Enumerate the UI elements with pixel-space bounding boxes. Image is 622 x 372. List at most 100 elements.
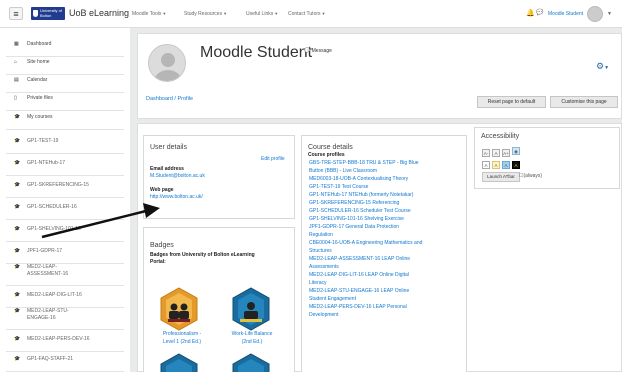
drawer-item-label: Dashboard [27,41,52,47]
drawer-item-course[interactable]: 🎓 MED2-LEAP-STU-ENGAGE-16 [6,304,124,330]
webpage-link[interactable]: http://www.bolton.ac.uk/ [150,194,203,202]
user-details-card: User details Edit profile Email address … [143,135,295,219]
message-label: Message [311,48,332,54]
user-menu-name[interactable]: Moodle Student [548,11,583,17]
always-label: (always) [523,173,543,179]
home-icon: ⌂ [14,59,18,65]
file-icon: ▯ [14,95,17,101]
site-brand[interactable]: UoB eLearning [69,8,129,18]
badge-image[interactable] [158,352,200,372]
graduation-cap-icon: 🎓 [14,182,21,188]
graduation-cap-icon: 🎓 [14,138,21,144]
drawer-item-course[interactable]: 🎓 GP1-SHELVING-101-16 [6,220,124,242]
nav-menu-moodle-tools[interactable]: Moodle Tools▼ [132,11,166,17]
accessibility-settings-icon[interactable]: ◉ [512,147,520,155]
caret-down-icon[interactable]: ▼ [607,11,612,17]
course-details-title: Course details [308,144,353,151]
notifications-bell-icon[interactable]: 🔔 [526,9,535,17]
drawer-item-course[interactable]: 🎓 GP1-TEST-19 [6,132,124,154]
gear-icon[interactable]: ⚙▼ [596,61,609,72]
course-link[interactable]: MED2-LEAP-STU-ENGAGE-16 LEAP Online [309,287,444,295]
drawer-item-course[interactable]: 🎓 GP1-NTEHub-17 [6,154,124,176]
drawer-item-label: MED2-LEAP-STU-ENGAGE-16 [27,308,69,321]
course-link[interactable]: GBS-TRE-STEP-BBB-18 TRU & STEP - Big Blu… [309,159,444,167]
graduation-cap-icon: 🎓 [14,308,21,314]
badge-label-line: (2nd Ed.) [241,338,263,345]
graduation-cap-icon: 🎓 [14,160,21,166]
profile-picture [148,44,186,82]
graduation-cap-icon: 🎓 [14,292,21,298]
accessibility-title: Accessibility [481,133,520,140]
edit-profile-link[interactable]: Edit profile [261,156,285,164]
course-link[interactable]: MED2-LEAP-DIG-LIT-16 LEAP Online Digital [309,271,444,279]
course-link[interactable]: GP1-NTEHub-17 NTEHub (formerly Notetakar… [309,191,444,199]
course-link[interactable]: MED2-LEAP-ASSESSMENT-16 LEAP Online [309,255,444,263]
user-avatar[interactable] [587,6,603,22]
nav-menu-study-resources[interactable]: Study Resources▼ [184,11,227,17]
nav-drawer: ▦ Dashboard ⌂ Site home ▤ Calendar ▯ Private… [0,28,130,372]
nav-menu-contact-tutors[interactable]: Contact Tutors▼ [288,11,325,17]
logo-crest-icon [33,10,38,17]
course-link[interactable]: Assessments [309,263,444,271]
badge-work-life-balance-image[interactable] [230,286,272,332]
drawer-item-label: My courses [27,114,53,120]
course-link[interactable]: MED2-LEAP-PERS-DEV-16 LEAP Personal [309,303,444,311]
badge-work-life-balance-label[interactable]: Work-Life Balance (2nd Ed.) [227,331,277,346]
course-link[interactable]: Development [309,311,444,319]
badge-label-line: Professionalism - [162,331,202,337]
drawer-item-course[interactable]: 🎓 GP1-SKREFERENCING-15 [6,176,124,198]
message-icon: 💬 [304,48,311,54]
badge-image[interactable] [230,352,272,372]
course-link[interactable]: GP1-SKREFERENCING-15 Referencing [309,199,444,207]
course-link[interactable]: JPF1-GDPR-17 General Data Protection [309,223,444,231]
course-link[interactable]: GP1-TEST-19 Test Course [309,183,444,191]
decrease-font-button[interactable]: A- [482,149,490,157]
badges-card: Badges Badges from University of Bolton … [143,227,295,372]
badge-professionalism-label[interactable]: Professionalism - Level 1 (2nd Ed.) [157,331,207,346]
color-scheme-blue-button[interactable]: A [502,161,510,169]
nav-menu-useful-links[interactable]: Useful Links▼ [246,11,278,17]
reset-page-button[interactable]: Reset page to default [477,96,546,108]
increase-font-button[interactable]: A+ [502,149,510,157]
drawer-item-my-courses[interactable]: 🎓 My courses [6,108,124,130]
course-link[interactable]: Button (BBB) - Live Classroom [309,167,444,175]
drawer-item-label: Private files [27,95,53,101]
reset-font-button[interactable]: A [492,149,500,157]
caret-down-icon: ▼ [162,11,167,16]
email-value[interactable]: M.Student@bolton.ac.uk [150,173,205,181]
message-link[interactable]: 💬 Message [304,48,332,54]
messages-icon[interactable]: 💬 [536,9,543,16]
badge-label-line: Work-Life Balance [231,331,273,337]
drawer-item-course[interactable]: 🎓 GP1-FAQ-STAFF-21 [6,350,124,372]
dashboard-icon: ▦ [14,41,19,47]
customise-page-button[interactable]: Customise this page [550,96,618,108]
drawer-item-course[interactable]: 🎓 MED2-LEAP-ASSESSMENT-16 [6,260,124,286]
badge-professionalism-image[interactable] [158,286,200,332]
launch-atbar-button[interactable]: Launch ATbar [482,172,520,182]
course-link[interactable]: Structures [309,247,444,255]
drawer-item-course[interactable]: 🎓 GP1-SCHEDULER-16 [6,198,124,220]
course-link[interactable]: Student Engagement [309,295,444,303]
always-checkbox[interactable]: ☐(always) [519,173,542,181]
color-scheme-default-button[interactable]: A [482,161,490,169]
color-scheme-yellow-button[interactable]: A [492,161,500,169]
color-scheme-black-button[interactable]: A [512,161,520,169]
nav-menu-label: Moodle Tools [132,11,162,17]
course-link[interactable]: GP1-SCHEDULER-16 Scheduler Test Course [309,207,444,215]
university-logo[interactable]: University of Bolton [31,7,65,20]
graduation-cap-icon: 🎓 [14,248,21,254]
menu-toggle-icon[interactable]: ≡ [9,7,23,20]
drawer-item-label: GP1-NTEHub-17 [27,160,66,166]
badges-subtitle-line2: Portal: [150,259,166,265]
user-details-title: User details [150,144,187,151]
course-link[interactable]: Literacy [309,279,444,287]
caret-down-icon: ▼ [223,11,228,16]
graduation-cap-icon: 🎓 [14,114,21,120]
drawer-item-course[interactable]: 🎓 MED2-LEAP-PERS-DEV-16 [6,330,124,352]
course-link[interactable]: Regulation [309,231,444,239]
caret-down-icon: ▼ [321,11,326,16]
course-link[interactable]: GP1-SHELVING-101-16 Shelving Exercise [309,215,444,223]
course-link[interactable]: CBE0004-16-UOB-A Engineering Mathematics… [309,239,444,247]
course-link[interactable]: MED6003-18-UOB-A Contextualising Theory [309,175,444,183]
breadcrumb[interactable]: Dashboard / Profile [146,96,193,102]
